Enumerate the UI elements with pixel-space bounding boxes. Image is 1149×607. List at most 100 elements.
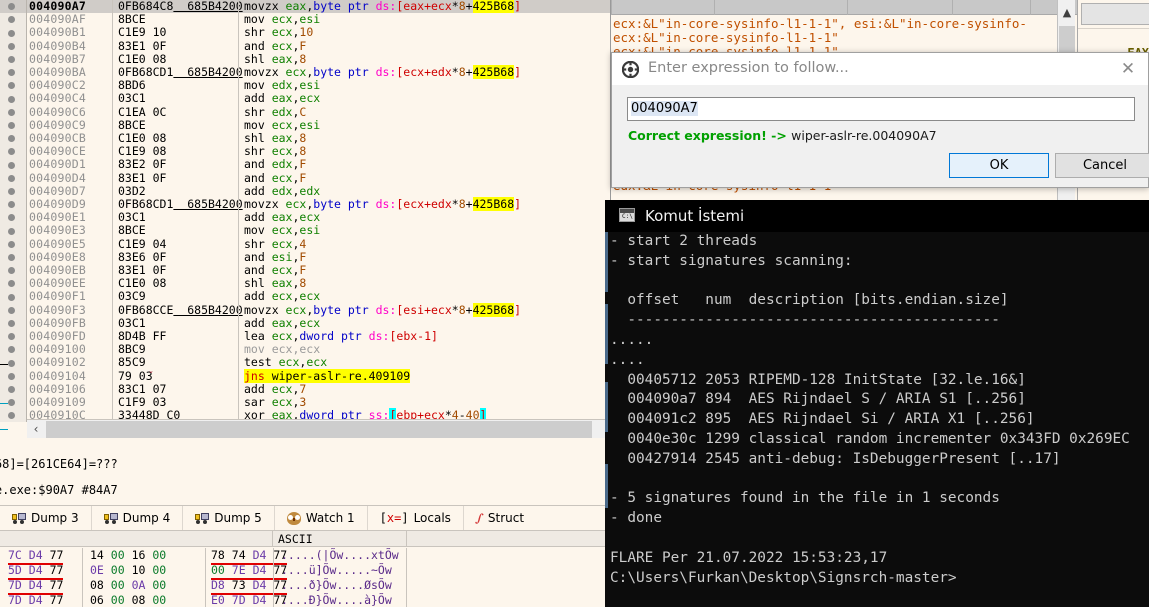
breakpoint-dot-icon[interactable] [8,148,15,156]
breakpoint-column[interactable] [0,184,27,198]
breakpoint-column[interactable] [0,79,27,93]
breakpoint-column[interactable] [0,224,27,238]
breakpoint-column[interactable] [0,290,27,304]
scrollbar-thumb[interactable] [46,421,592,438]
breakpoint-dot-icon[interactable] [8,385,15,393]
breakpoint-dot-icon[interactable] [8,69,15,77]
breakpoint-dot-icon[interactable] [8,42,15,50]
breakpoint-dot-icon[interactable] [8,161,15,169]
disassembly-pane[interactable]: 004090A7 0FB684C8 685B4200 movzx eax,byte … [0,0,611,439]
cancel-button[interactable]: Cancel [1055,153,1149,178]
breakpoint-dot-icon[interactable] [8,135,15,143]
disassembly-row[interactable]: 004090B1 C1E9 10 shr ecx,10 [0,26,610,40]
command-prompt-window[interactable]: C:\ Komut İstemi - start 2 threads - star… [605,200,1149,607]
disassembly-row[interactable]: 004090F3 0FB68CCE 685B4200 movzx ecx,byte … [0,302,610,317]
breakpoint-column[interactable] [0,198,27,212]
tab-struct[interactable]: ∫ Struct [464,506,536,530]
breakpoint-column[interactable] [0,303,27,317]
hex-row[interactable]: 7C D4 77 14 00 16 00 78 74 D4 77 .....(|Õw.… [0,548,610,565]
breakpoint-dot-icon[interactable] [8,412,15,420]
register-row-eax[interactable]: EAX00 [1078,28,1149,60]
breakpoint-dot-icon[interactable] [8,346,15,354]
breakpoint-dot-icon[interactable] [8,16,15,24]
cmd-output[interactable]: - start 2 threads - start signatures scan… [605,232,1149,607]
breakpoint-column[interactable] [0,277,27,291]
hex-row[interactable]: 7D D4 77 06 00 08 00 E0 7D D4 77 ....Ð}Õw..… [0,593,610,607]
breakpoint-column[interactable] [0,211,27,225]
disassembly-row[interactable]: 004090E5 C1E9 04 shr ecx,4 [0,237,610,251]
scroll-up-icon[interactable]: ▲ [1058,0,1076,25]
dump-tab-bar[interactable]: Dump 3 Dump 4 Dump 5 Watch 1 [x=] Locals… [0,505,611,531]
breakpoint-dot-icon[interactable] [8,240,15,248]
disassembly-row[interactable]: 004090D4 83E1 0F and ecx,F [0,171,610,185]
breakpoint-dot-icon[interactable] [8,319,15,327]
breakpoint-dot-icon[interactable] [8,399,15,407]
breakpoint-column[interactable] [0,105,27,119]
breakpoint-dot-icon[interactable] [8,3,15,11]
breakpoint-column[interactable] [0,250,27,264]
breakpoint-column[interactable] [0,237,27,251]
disassembly-row[interactable]: 004090E3 8BCE mov ecx,esi [0,224,610,238]
breakpoint-dot-icon[interactable] [8,121,15,129]
disassembly-row[interactable]: 00409102 85C9 test ecx,ecx [0,356,610,370]
breakpoint-column[interactable] [0,118,27,132]
breakpoint-column[interactable] [0,132,27,146]
disassembly-row[interactable]: 004090B7 C1E0 08 shl eax,8 [0,52,610,66]
breakpoint-dot-icon[interactable] [8,280,15,288]
breakpoint-dot-icon[interactable] [8,29,15,37]
breakpoint-dot-icon[interactable] [8,174,15,182]
disassembly-row[interactable]: 004090D7 03D2 add edx,edx [0,184,610,198]
breakpoint-column[interactable] [0,369,27,383]
breakpoint-column[interactable] [0,66,27,80]
disassembly-row[interactable]: 004090E8 83E6 0F and esi,F [0,250,610,264]
breakpoint-dot-icon[interactable] [8,55,15,63]
enter-expression-dialog[interactable]: Enter expression to follow... ✕ 004090A7… [611,52,1149,188]
disassembly-row[interactable]: 004090C9 8BCE mov ecx,esi [0,118,610,132]
disassembly-row[interactable]: 004090C2 8BD6 mov edx,esi [0,78,610,93]
breakpoint-dot-icon[interactable] [8,201,15,209]
expression-input[interactable]: 004090A7 [627,97,1135,121]
disassembly-row[interactable]: 004090AF 8BCE mov ecx,esi [0,12,610,27]
tab-watch-1[interactable]: Watch 1 [275,506,368,530]
scroll-left-icon[interactable]: ‹ [27,420,45,438]
breakpoint-column[interactable] [0,343,27,357]
breakpoint-column[interactable] [0,13,27,27]
hex-dump-pane[interactable]: ASCII 7C D4 77 14 00 16 00 78 74 D4 77....… [0,531,611,607]
breakpoint-column[interactable] [0,382,27,396]
disassembly-row[interactable]: 004090FB 03C1 add eax,ecx [0,316,610,330]
breakpoint-dot-icon[interactable] [8,333,15,341]
hex-row[interactable]: 7D D4 77 08 00 0A 00 D8 73 D4 77 ....ð}Õw..… [0,578,610,595]
ok-button[interactable]: OK [949,153,1049,178]
breakpoint-dot-icon[interactable] [8,108,15,116]
breakpoint-column[interactable] [0,316,27,330]
breakpoint-dot-icon[interactable] [8,267,15,275]
disassembly-row[interactable]: 00409106 83C1 07 add ecx,7 [0,382,610,396]
breakpoint-dot-icon[interactable] [8,82,15,90]
breakpoint-column[interactable] [0,356,27,370]
breakpoint-column[interactable] [0,26,27,40]
tab-dump-5[interactable]: Dump 5 [183,506,275,530]
breakpoint-column[interactable] [0,39,27,53]
breakpoint-dot-icon[interactable] [8,372,15,380]
breakpoint-dot-icon[interactable] [8,95,15,103]
disassembly-row[interactable]: 00409104 79 03 ˇ jns wiper-aslr-re.409109 [0,368,610,383]
breakpoint-dot-icon[interactable] [8,293,15,301]
cmd-title-bar[interactable]: C:\ Komut İstemi [605,200,1149,232]
breakpoint-dot-icon[interactable] [8,214,15,222]
disassembly-row[interactable]: 004090B4 83E1 0F and ecx,F [0,39,610,53]
disassembly-row[interactable]: 004090C4 03C1 add eax,ecx [0,92,610,106]
breakpoint-column[interactable] [0,145,27,159]
breakpoint-column[interactable] [0,158,27,172]
tab-dump-4[interactable]: Dump 4 [92,506,184,530]
breakpoint-dot-icon[interactable] [8,306,15,314]
disassembly-row[interactable]: 004090C6 C1EA 0C shr edx,C [0,105,610,119]
breakpoint-column[interactable] [0,92,27,106]
breakpoint-dot-icon[interactable] [8,253,15,261]
breakpoint-column[interactable] [0,171,27,185]
disassembly-row[interactable]: 00409100 8BC9 mov ecx,ecx [0,342,610,357]
disassembly-horizontal-scrollbar[interactable]: ‹ [27,419,610,438]
tab-dump-3[interactable]: Dump 3 [0,506,92,530]
breakpoint-column[interactable] [0,52,27,66]
breakpoint-column[interactable] [0,409,27,423]
disassembly-row[interactable]: 004090CE C1E9 08 shr ecx,8 [0,144,610,159]
